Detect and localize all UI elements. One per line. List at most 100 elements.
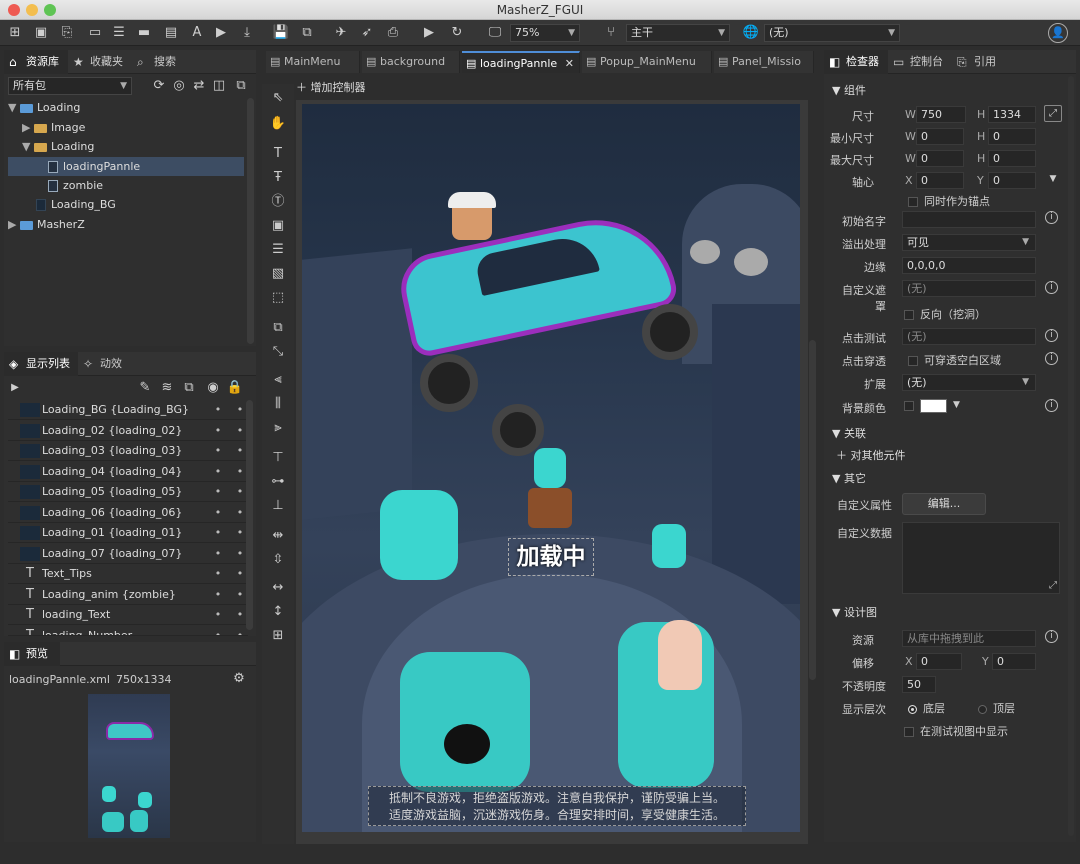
visible-toggle[interactable]: •	[208, 400, 228, 420]
init-name-field[interactable]	[902, 211, 1036, 228]
tab-display-list[interactable]: ◈ 显示列表	[4, 352, 78, 376]
pivot-menu-caret-icon[interactable]: ▼	[1044, 170, 1062, 188]
locate-icon[interactable]: ◎	[170, 77, 188, 95]
display-list-item[interactable]: T Loading_anim {zombie} • •	[8, 585, 248, 605]
bg-color-swatch[interactable]	[920, 399, 947, 413]
display-list-item[interactable]: Loading_03 {loading_03} • •	[8, 441, 248, 461]
visible-toggle[interactable]: •	[208, 441, 228, 461]
align-left-icon[interactable]: ⫷	[267, 370, 289, 390]
font-icon[interactable]: A	[188, 24, 206, 42]
display-list-scrollbar[interactable]	[246, 400, 253, 630]
library-scrollbar[interactable]	[247, 98, 254, 344]
display-icon[interactable]: 🖵	[486, 24, 504, 42]
layer-top-radio[interactable]: 顶层	[978, 700, 1015, 716]
text-tool-icon[interactable]: T	[267, 144, 289, 164]
visible-toggle[interactable]: •	[208, 585, 228, 605]
doc-tab[interactable]: ▤ Popup_MainMenu	[582, 51, 712, 73]
min-height-field[interactable]: 0	[988, 128, 1036, 145]
same-height-icon[interactable]: ↕	[267, 602, 289, 622]
import-icon[interactable]: ⤓	[238, 24, 256, 42]
display-list-item[interactable]: Loading_01 {loading_01} • •	[8, 523, 248, 543]
publish-settings-icon[interactable]: ⎙	[384, 24, 402, 42]
pivot-y-field[interactable]: 0	[988, 172, 1036, 189]
select-tool-icon[interactable]: ⇖	[267, 88, 289, 108]
hide-icon[interactable]: ≋	[158, 379, 176, 397]
input-text-tool-icon[interactable]: Ⓣ	[267, 192, 289, 212]
max-width-field[interactable]: 0	[916, 150, 964, 167]
height-field[interactable]: 1334	[988, 106, 1036, 123]
section-design[interactable]: ▼ 设计图	[832, 604, 877, 620]
visible-toggle[interactable]: •	[208, 462, 228, 482]
distribute-h-icon[interactable]: ⇹	[267, 526, 289, 546]
layer-bottom-radio[interactable]: 底层	[908, 700, 945, 716]
tab-inspector[interactable]: ◧ 检查器	[824, 50, 888, 74]
loader-tool-icon[interactable]: ▧	[267, 264, 289, 284]
run-icon[interactable]: ▶	[420, 24, 438, 42]
group-icon[interactable]: ⧉	[180, 379, 198, 397]
tree-item-image-folder[interactable]: ▶ Image	[8, 118, 244, 137]
doc-tab[interactable]: ▤ Panel_Missio	[714, 51, 814, 73]
stage-h-scrollbar[interactable]	[310, 834, 580, 840]
display-list-item[interactable]: Loading_04 {loading_04} • •	[8, 462, 248, 482]
width-field[interactable]: 750	[916, 106, 966, 123]
settings-gear-icon[interactable]: ⚙	[230, 670, 248, 688]
tab-search[interactable]: ⌕ 搜索	[132, 50, 188, 74]
list-tool-icon[interactable]: ☰	[267, 240, 289, 260]
tree-item-masherz-package[interactable]: ▶ MasherZ	[8, 215, 244, 234]
play-icon[interactable]: ▶	[6, 379, 24, 397]
tree-item-loadingpannle[interactable]: loadingPannle	[8, 157, 244, 176]
bookmark-icon[interactable]: ⎘	[58, 24, 76, 42]
mask-field[interactable]: (无)	[902, 280, 1036, 297]
show-in-test-checkbox[interactable]: 在测试视图中显示	[904, 723, 1008, 739]
display-list-item[interactable]: T Text_Tips • •	[8, 564, 248, 584]
split-view-icon[interactable]: ◫	[210, 77, 228, 95]
zoom-window-icon[interactable]	[44, 4, 56, 16]
overflow-select[interactable]: 可见 ▼	[902, 234, 1036, 251]
image-tool-icon[interactable]: ▣	[267, 216, 289, 236]
display-list-item[interactable]: Tloading_Number • •	[8, 626, 248, 636]
doc-tab[interactable]: ▤ loadingPannle ✕	[462, 51, 580, 73]
new-label-icon[interactable]: ▤	[162, 24, 180, 42]
stage-v-scrollbar[interactable]	[809, 340, 816, 680]
display-list-item[interactable]: Loading_02 {loading_02} • •	[8, 421, 248, 441]
zoom-select[interactable]: 75% ▼	[510, 24, 580, 42]
hit-test-info-icon[interactable]: i	[1045, 329, 1058, 342]
resource-info-icon[interactable]: i	[1045, 630, 1058, 643]
offset-y-field[interactable]: 0	[992, 653, 1036, 670]
visible-toggle[interactable]: •	[208, 626, 228, 635]
loading-text[interactable]: 加载中	[508, 538, 594, 576]
tab-references[interactable]: ⎘ 引用	[952, 50, 1008, 74]
swap-icon[interactable]: ⇄	[190, 77, 208, 95]
new-component-icon[interactable]: ▣	[32, 24, 50, 42]
init-name-info-icon[interactable]: i	[1045, 211, 1058, 224]
package-filter-select[interactable]: 所有包 ▼	[8, 77, 132, 95]
publish-all-icon[interactable]: ➶	[358, 24, 376, 42]
doc-tab[interactable]: ▤ MainMenu	[266, 51, 360, 73]
opacity-field[interactable]: 50	[902, 676, 936, 693]
extend-select[interactable]: (无) ▼	[902, 374, 1036, 391]
branch-select[interactable]: 主干 ▼	[626, 24, 730, 42]
visible-toggle[interactable]: •	[208, 605, 228, 625]
display-list-item[interactable]: Loading_07 {loading_07} • •	[8, 544, 248, 564]
doc-tab[interactable]: ▤ background	[362, 51, 460, 73]
group-tool-icon[interactable]: ⧉	[267, 318, 289, 338]
display-list-item[interactable]: Loading_05 {loading_05} • •	[8, 482, 248, 502]
visible-toggle[interactable]: •	[208, 544, 228, 564]
save-icon[interactable]: 💾	[272, 24, 290, 42]
expand-editor-icon[interactable]: ⤢	[1049, 580, 1057, 591]
align-middle-icon[interactable]: ⊶	[267, 472, 289, 492]
display-list-item[interactable]: Loading_06 {loading_06} • •	[8, 503, 248, 523]
hand-tool-icon[interactable]: ✋	[267, 114, 289, 134]
add-controller-button[interactable]: ＋ 增加控制器	[296, 79, 406, 97]
pivot-x-field[interactable]: 0	[916, 172, 964, 189]
distribute-v-icon[interactable]: ⇳	[267, 550, 289, 570]
tab-preview[interactable]: ◧ 预览	[4, 642, 60, 666]
edit-icon[interactable]: ✎	[136, 379, 154, 397]
add-relation-button[interactable]: ＋ 对其他元件	[836, 447, 906, 463]
tips-text[interactable]: 抵制不良游戏，拒绝盗版游戏。注意自我保护，谨防受骗上当。 适度游戏益脑，沉迷游戏…	[368, 786, 746, 826]
mask-info-icon[interactable]: i	[1045, 281, 1058, 294]
min-width-field[interactable]: 0	[916, 128, 964, 145]
click-through-info-icon[interactable]: i	[1045, 352, 1058, 365]
bg-color-caret-icon[interactable]: ▼	[953, 400, 960, 410]
close-tab-icon[interactable]: ✕	[565, 53, 574, 75]
